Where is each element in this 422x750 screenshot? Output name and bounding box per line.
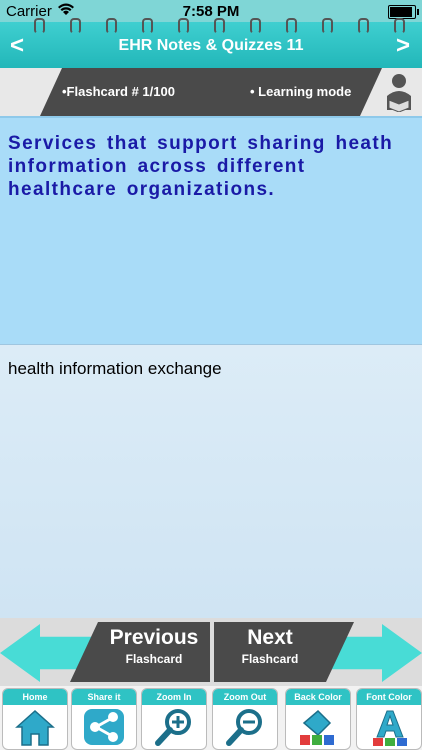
previous-flashcard-button[interactable]: Previous Flashcard: [70, 622, 210, 682]
mode-label: • Learning mode: [250, 84, 352, 99]
share-button[interactable]: Share it: [71, 688, 137, 750]
reader-icon: [387, 74, 411, 112]
next-label: Next: [247, 626, 293, 649]
zoom-out-button[interactable]: Zoom Out: [212, 688, 278, 750]
battery-icon: [388, 5, 419, 19]
page-title: EHR Notes & Quizzes 11: [118, 37, 304, 54]
flashcard-counter: •Flashcard # 1/100: [62, 84, 175, 99]
question-panel: Services that support sharing heath info…: [0, 116, 422, 346]
nav-bar: < EHR Notes & Quizzes 11 >: [0, 18, 422, 68]
next-sublabel: Flashcard: [241, 652, 299, 666]
zoom-in-label: Zoom In: [142, 689, 206, 705]
home-label: Home: [3, 689, 67, 705]
back-color-label: Back Color: [286, 689, 350, 705]
info-bar: •Flashcard # 1/100 • Learning mode: [0, 68, 422, 116]
home-icon: [15, 709, 55, 746]
zoom-in-icon: [155, 709, 191, 746]
answer-panel: health information exchange: [0, 344, 422, 619]
zoom-out-icon: [226, 709, 262, 746]
font-color-label: Font Color: [357, 689, 421, 705]
flashcard-nav: Previous Flashcard Next Flashcard: [0, 618, 422, 686]
forward-button[interactable]: >: [396, 32, 410, 60]
share-label: Share it: [72, 689, 136, 705]
font-color-icon: [373, 710, 407, 746]
previous-label: Previous: [109, 626, 199, 649]
previous-sublabel: Flashcard: [125, 652, 183, 666]
question-text: Services that support sharing heath info…: [8, 133, 394, 200]
bottom-toolbar: Home Share it Zoom In Zoom Out Back Colo…: [0, 686, 422, 750]
share-icon: [84, 709, 124, 745]
spiral-binding: [0, 18, 422, 34]
back-color-button[interactable]: Back Color: [285, 688, 351, 750]
zoom-out-label: Zoom Out: [213, 689, 277, 705]
back-color-icon: [300, 709, 334, 745]
next-flashcard-button[interactable]: Next Flashcard: [214, 622, 354, 682]
font-color-button[interactable]: Font Color: [356, 688, 422, 750]
zoom-in-button[interactable]: Zoom In: [141, 688, 207, 750]
home-button[interactable]: Home: [2, 688, 68, 750]
answer-text: health information exchange: [8, 359, 222, 378]
